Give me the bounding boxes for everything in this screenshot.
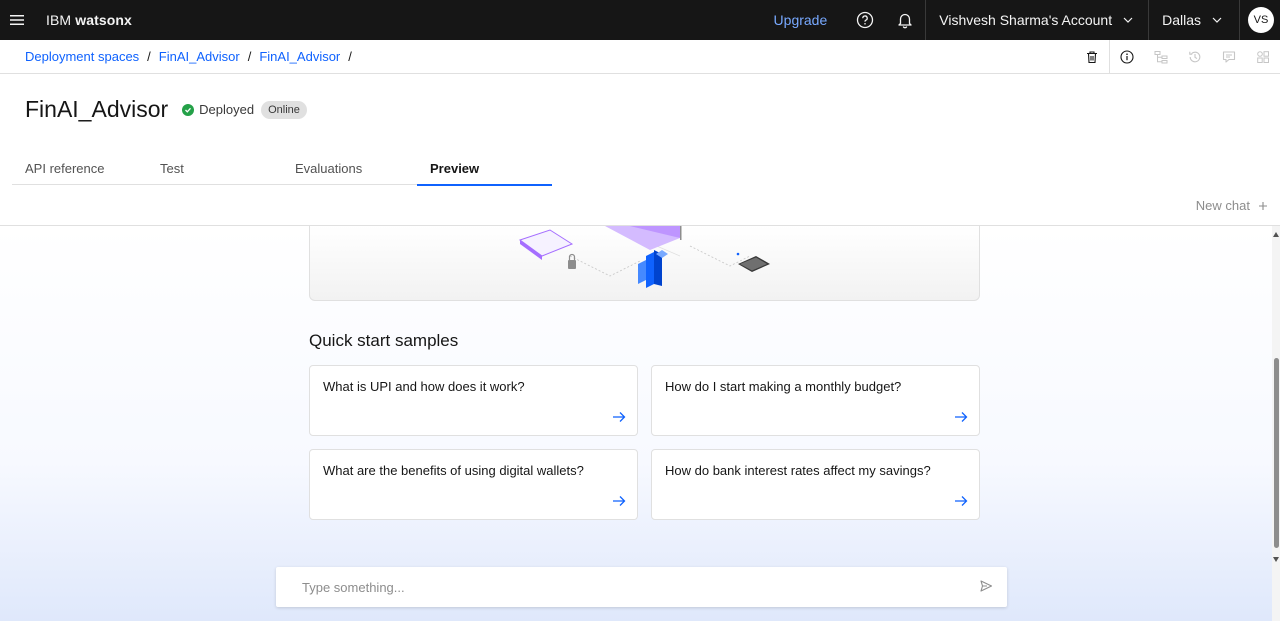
region-switcher[interactable]: Dallas bbox=[1148, 0, 1239, 40]
chevron-down-icon bbox=[1212, 17, 1222, 23]
scroll-down-icon[interactable] bbox=[1273, 557, 1279, 562]
help-icon[interactable] bbox=[845, 0, 885, 40]
breadcrumb-separator: / bbox=[348, 49, 352, 64]
notification-bell-icon[interactable] bbox=[885, 0, 925, 40]
comment-icon[interactable] bbox=[1212, 40, 1246, 74]
hero-banner bbox=[309, 226, 980, 301]
card-question: How do bank interest rates affect my sav… bbox=[665, 463, 931, 478]
breadcrumb-separator: / bbox=[247, 49, 252, 64]
history-icon[interactable] bbox=[1178, 40, 1212, 74]
avatar[interactable]: VS bbox=[1248, 7, 1274, 33]
quick-start-card[interactable]: How do I start making a monthly budget? bbox=[651, 365, 980, 436]
breadcrumb-separator: / bbox=[147, 49, 151, 64]
tab-list: API reference Test Evaluations Preview bbox=[12, 152, 552, 186]
tab-api-reference[interactable]: API reference bbox=[12, 152, 147, 185]
information-icon[interactable] bbox=[1110, 40, 1144, 74]
scroll-up-icon[interactable] bbox=[1273, 232, 1279, 237]
status-badge: Online bbox=[261, 100, 307, 119]
quick-start-card[interactable]: How do bank interest rates affect my sav… bbox=[651, 449, 980, 520]
breadcrumb-deployment[interactable]: FinAI_Advisor bbox=[259, 49, 340, 64]
tab-preview[interactable]: Preview bbox=[417, 152, 552, 186]
apps-icon[interactable] bbox=[1246, 40, 1280, 74]
card-question: How do I start making a monthly budget? bbox=[665, 379, 902, 394]
account-switcher[interactable]: Vishvesh Sharma's Account bbox=[925, 0, 1148, 40]
add-icon bbox=[1259, 201, 1267, 210]
chevron-down-icon bbox=[1123, 17, 1133, 23]
page-title: FinAI_Advisor bbox=[25, 96, 169, 122]
brand-logo[interactable]: IBM watsonx bbox=[46, 12, 132, 28]
chat-toolbar: New chat bbox=[0, 186, 1280, 226]
status-label: Deployed bbox=[199, 102, 255, 117]
arrow-right-icon bbox=[613, 412, 626, 422]
region-label: Dallas bbox=[1162, 12, 1201, 28]
quick-start-card[interactable]: What is UPI and how does it work? bbox=[309, 365, 638, 436]
arrow-right-icon bbox=[613, 496, 626, 506]
brand-prefix: IBM bbox=[46, 12, 72, 28]
deployment-status: Deployed bbox=[182, 102, 254, 117]
quick-start-card[interactable]: What are the benefits of using digital w… bbox=[309, 449, 638, 520]
tab-test[interactable]: Test bbox=[147, 152, 282, 185]
arrow-right-icon bbox=[955, 496, 968, 506]
arrow-right-icon bbox=[955, 412, 968, 422]
breadcrumb: Deployment spaces / FinAI_Advisor / FinA… bbox=[25, 49, 360, 64]
card-question: What is UPI and how does it work? bbox=[323, 379, 525, 394]
quick-start-title: Quick start samples bbox=[309, 331, 459, 350]
top-nav-bar: IBM watsonx Upgrade Vishvesh Sharma's Ac… bbox=[0, 0, 1280, 40]
new-chat-button[interactable]: New chat bbox=[1196, 198, 1268, 213]
hierarchy-icon[interactable] bbox=[1144, 40, 1178, 74]
delete-icon[interactable] bbox=[1075, 40, 1109, 74]
breadcrumb-deployment-spaces[interactable]: Deployment spaces bbox=[25, 49, 139, 64]
upgrade-link[interactable]: Upgrade bbox=[756, 12, 846, 28]
page-header: FinAI_Advisor Deployed Online bbox=[25, 96, 307, 123]
hero-illustration bbox=[518, 226, 770, 288]
menu-icon[interactable] bbox=[0, 0, 34, 40]
card-question: What are the benefits of using digital w… bbox=[323, 463, 584, 478]
scrollbar[interactable] bbox=[1272, 226, 1280, 621]
breadcrumb-bar: Deployment spaces / FinAI_Advisor / FinA… bbox=[0, 39, 1280, 74]
chat-input[interactable] bbox=[302, 579, 942, 595]
chat-input-container bbox=[276, 567, 1007, 607]
checkmark-icon bbox=[182, 103, 195, 116]
brand-product: watsonx bbox=[75, 12, 132, 28]
tab-evaluations[interactable]: Evaluations bbox=[282, 152, 417, 185]
account-label: Vishvesh Sharma's Account bbox=[939, 12, 1113, 28]
scrollbar-thumb[interactable] bbox=[1274, 358, 1279, 548]
send-icon[interactable] bbox=[979, 579, 993, 593]
breadcrumb-project[interactable]: FinAI_Advisor bbox=[159, 49, 240, 64]
new-chat-label: New chat bbox=[1195, 198, 1250, 213]
